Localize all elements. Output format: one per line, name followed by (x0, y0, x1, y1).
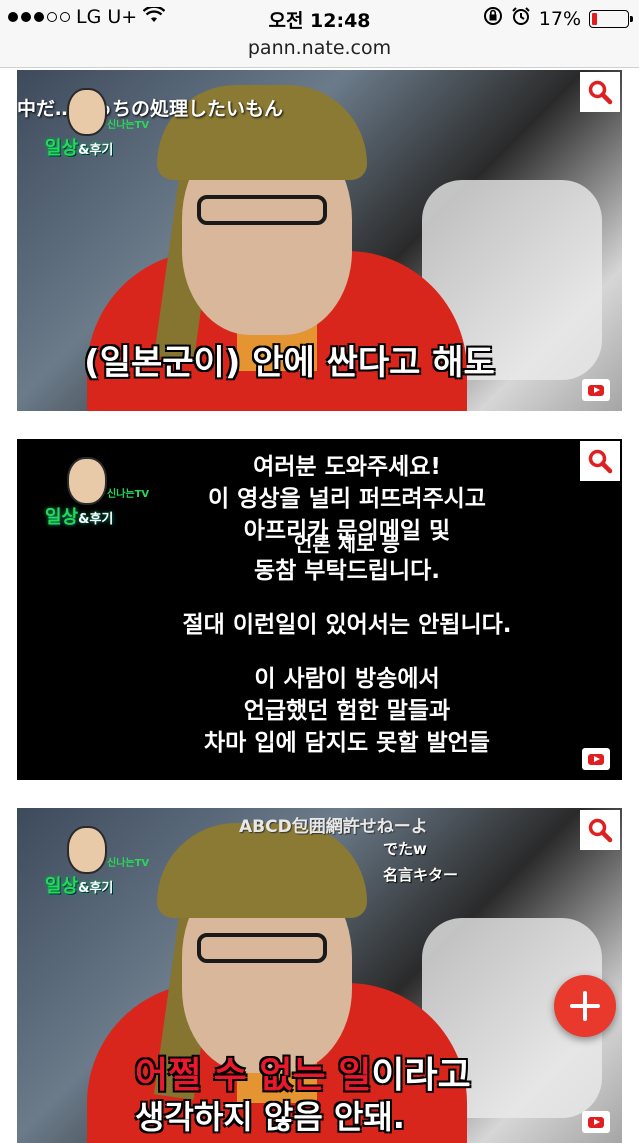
video-thumbnail-1[interactable]: 中だ…あっちの処理したいもん 신나는TV 일상&후기 (일본군이) 안에 싼다고… (17, 70, 622, 411)
subscribe-icon (582, 1111, 610, 1133)
subscribe-icon (582, 748, 610, 770)
search-icon (588, 449, 613, 474)
notice-line: 차마 입에 담지도 못할 발언들 (204, 730, 490, 756)
caption-highlight: 어쩔 수 없는 일 (135, 1055, 372, 1096)
alarm-icon (511, 6, 531, 31)
floating-add-button[interactable] (554, 975, 616, 1037)
video-thumbnail-2[interactable]: 신나는TV 일상&후기 여러분 도와주세요! 이 영상을 널리 퍼뜨려주시고 아… (17, 439, 622, 780)
japanese-comment-2: でたw (383, 840, 427, 858)
logo-main: 일상 (45, 138, 79, 159)
logo-tag: 신나는TV (107, 120, 150, 131)
notice-line: 이 영상을 널리 퍼뜨려주시고 (208, 486, 486, 512)
zoom-search-button[interactable] (580, 810, 620, 850)
zoom-search-button[interactable] (580, 441, 620, 481)
subtitle-caption: 어쩔 수 없는 일이라고 (135, 1046, 471, 1098)
rotation-lock-icon (483, 6, 503, 31)
battery-percent: 17% (538, 7, 581, 30)
channel-logo: 신나는TV 일상&후기 (45, 88, 165, 168)
notice-text-block: 여러분 도와주세요! 이 영상을 널리 퍼뜨려주시고 아프리카 문의메일 및 언… (57, 451, 622, 759)
caption-rest: 이라고 (371, 1055, 471, 1096)
search-icon (588, 818, 613, 843)
zoom-search-button[interactable] (580, 72, 620, 112)
logo-suffix: &후기 (78, 143, 114, 158)
battery-icon (589, 9, 633, 28)
logo-main: 일상 (45, 876, 79, 897)
notice-line: 언급했던 험한 말들과 (243, 698, 451, 724)
status-bar: LG U+ 오전 12:48 17% (0, 0, 639, 34)
notice-line: 이 사람이 방송에서 (254, 666, 440, 692)
url-text[interactable]: pann.nate.com (248, 37, 391, 59)
logo-tag: 신나는TV (107, 858, 150, 869)
search-icon (588, 80, 613, 105)
notice-line: 여러분 도와주세요! (253, 454, 441, 480)
caricature-avatar (67, 88, 107, 136)
subtitle-caption: (일본군이) 안에 싼다고 해도 (84, 343, 495, 383)
japanese-comment-3: 名言キター (383, 866, 459, 884)
video-thumbnail-3[interactable]: ABCD包囲網許せねーよ でたw 名言キター 신나는TV 일상&후기 어쩔 수 … (17, 808, 622, 1143)
caricature-avatar (67, 826, 107, 874)
notice-line: 절대 이런일이 있어서는 안됩니다. (182, 612, 512, 638)
status-right: 17% (483, 6, 633, 31)
subtitle-caption-line2: 생각하지 않음 안돼. (135, 1098, 405, 1136)
subscribe-icon (582, 379, 610, 401)
japanese-comment-1: ABCD包囲網許せねーよ (239, 817, 428, 837)
channel-logo: 신나는TV 일상&후기 (45, 826, 165, 906)
notice-line: 동참 부탁드립니다. (253, 558, 441, 584)
logo-suffix: &후기 (78, 881, 114, 896)
plus-icon (570, 991, 600, 1021)
url-bar[interactable]: pann.nate.com (0, 34, 639, 68)
notice-line: 언론 제보 등 (294, 532, 400, 556)
